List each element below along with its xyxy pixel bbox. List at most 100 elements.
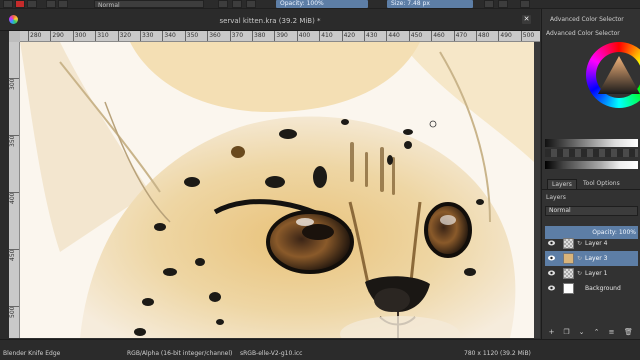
ruler-h-label: 470 bbox=[455, 32, 468, 39]
ruler-h-label: 290 bbox=[52, 32, 64, 39]
layer-chain-icon: ↻ bbox=[577, 240, 583, 247]
status-brush-name[interactable]: Blender Knife Edge bbox=[3, 350, 60, 357]
ruler-v-tick bbox=[9, 306, 19, 307]
ruler-v-label: 300 bbox=[9, 78, 16, 90]
ruler-h-tick bbox=[229, 31, 231, 41]
ruler-h-label: 480 bbox=[478, 32, 490, 39]
ruler-h-label: 440 bbox=[388, 32, 400, 39]
ruler-h-tick bbox=[184, 31, 186, 41]
move-down-icon[interactable]: ⌄ bbox=[577, 328, 586, 337]
settings-icon[interactable] bbox=[520, 0, 530, 8]
vertical-ruler: 300 350 400 450 500 bbox=[9, 42, 20, 338]
ruler-h-tick bbox=[95, 31, 97, 41]
color-selector-header: Advanced Color Selector bbox=[546, 30, 620, 37]
opacity-slider[interactable]: Opacity: 100% bbox=[276, 0, 368, 8]
layer-row-background[interactable]: Background bbox=[545, 281, 638, 296]
ruler-h-tick bbox=[476, 31, 477, 41]
preset-2-icon[interactable] bbox=[58, 0, 68, 8]
right-docker: Advanced Color Selector Advanced Color S… bbox=[541, 9, 640, 339]
tab-layers[interactable]: Layers bbox=[547, 179, 577, 189]
properties-icon[interactable]: ≡ bbox=[607, 328, 616, 337]
ruler-h-label: 310 bbox=[97, 32, 109, 39]
layer-thumbnail bbox=[563, 283, 574, 294]
ruler-h-tick bbox=[364, 31, 365, 41]
close-document-icon[interactable]: ✕ bbox=[522, 15, 531, 24]
ruler-v-label: 450 bbox=[9, 249, 16, 261]
wrap-icon[interactable] bbox=[498, 0, 508, 8]
ruler-v-tick bbox=[9, 249, 19, 250]
visibility-eye-icon[interactable] bbox=[548, 240, 555, 246]
brush-preset-icon[interactable] bbox=[3, 0, 13, 8]
ruler-h-tick bbox=[408, 31, 410, 41]
ruler-h-tick bbox=[162, 31, 164, 41]
shade-strip[interactable] bbox=[545, 161, 638, 169]
layers-panel-title: Layers bbox=[546, 194, 566, 201]
reload-icon[interactable] bbox=[218, 0, 228, 8]
layer-row-layer-4[interactable]: ↻ Layer 4 bbox=[545, 236, 638, 251]
layer-row-layer-3[interactable]: ↻ Layer 3 bbox=[545, 251, 638, 266]
delete-layer-icon[interactable]: 🗑 bbox=[624, 328, 633, 337]
layer-actions-bar: + ❐ ⌄ ⌃ ≡ 🗑 bbox=[542, 327, 640, 339]
color-selector-tab[interactable]: Advanced Color Selector bbox=[550, 16, 624, 23]
opacity-value: Opacity: 100% bbox=[280, 0, 324, 7]
ruler-v-tick bbox=[9, 78, 19, 79]
ruler-h-tick bbox=[319, 31, 321, 41]
mirror-icon[interactable] bbox=[484, 0, 494, 8]
ruler-h-tick bbox=[28, 31, 29, 41]
tab-layers-label: Layers bbox=[552, 181, 572, 188]
ruler-h-label: 390 bbox=[276, 32, 288, 39]
ruler-h-tick bbox=[252, 31, 253, 41]
document-title: serval kitten.kra (39.2 MiB) * bbox=[219, 17, 321, 25]
ruler-h-tick bbox=[341, 31, 343, 41]
tab-tool-options[interactable]: Tool Options bbox=[579, 179, 624, 189]
visibility-eye-icon[interactable] bbox=[548, 255, 555, 261]
status-color-profile: sRGB-elle-V2-g10.icc bbox=[240, 350, 303, 357]
document-title-bar: serval kitten.kra (39.2 MiB) * ✕ bbox=[0, 9, 540, 31]
ruler-h-label: 320 bbox=[119, 32, 132, 39]
docker-tabs: Layers Tool Options bbox=[542, 179, 640, 190]
layer-thumbnail bbox=[563, 253, 574, 264]
canvas-vertical-scrollbar[interactable] bbox=[534, 42, 540, 338]
ruler-h-tick bbox=[274, 31, 276, 41]
ruler-v-label: 350 bbox=[9, 135, 16, 147]
size-value: Size: 7.48 px bbox=[391, 0, 430, 7]
left-toolbox-strip bbox=[0, 9, 9, 339]
layer-chain-icon: ↻ bbox=[577, 270, 583, 277]
blend-mode-select[interactable]: Normal bbox=[94, 0, 204, 9]
preserve-alpha-icon[interactable] bbox=[246, 0, 256, 8]
move-up-icon[interactable]: ⌃ bbox=[592, 328, 601, 337]
ruler-h-label: 330 bbox=[142, 32, 154, 39]
visibility-eye-icon[interactable] bbox=[548, 270, 555, 276]
add-layer-icon[interactable]: + bbox=[547, 328, 556, 337]
ruler-h-label: 370 bbox=[231, 32, 244, 39]
visibility-eye-icon[interactable] bbox=[548, 285, 555, 291]
ruler-h-label: 280 bbox=[30, 32, 42, 39]
ruler-v-tick bbox=[9, 135, 19, 136]
size-slider[interactable]: Size: 7.48 px bbox=[387, 0, 473, 8]
saturation-triangle[interactable] bbox=[596, 54, 640, 98]
duplicate-layer-icon[interactable]: ❐ bbox=[562, 328, 571, 337]
eraser-mode-icon[interactable] bbox=[232, 0, 242, 8]
layer-blend-mode-select[interactable]: Normal bbox=[545, 206, 638, 216]
ruler-h-label: 430 bbox=[366, 32, 378, 39]
layer-name: Layer 1 bbox=[585, 270, 608, 277]
preset-icon[interactable] bbox=[46, 0, 56, 8]
tab-tool-options-label: Tool Options bbox=[583, 180, 620, 187]
status-image-size: 780 x 1120 (39.2 MiB) bbox=[464, 350, 531, 357]
ruler-v-tick bbox=[9, 192, 19, 193]
ruler-h-tick bbox=[296, 31, 298, 41]
ruler-h-label: 380 bbox=[254, 32, 266, 39]
value-strip[interactable] bbox=[545, 139, 638, 147]
painting-canvas[interactable] bbox=[20, 42, 534, 338]
ruler-h-tick bbox=[520, 31, 522, 41]
ruler-corner bbox=[9, 31, 20, 42]
foreground-color-icon[interactable] bbox=[15, 0, 25, 8]
layer-row-layer-1[interactable]: ↻ Layer 1 bbox=[545, 266, 638, 281]
ruler-h-tick bbox=[386, 31, 388, 41]
ruler-h-label: 490 bbox=[500, 32, 512, 39]
color-history-strip[interactable] bbox=[545, 149, 638, 157]
ruler-h-tick bbox=[117, 31, 119, 41]
ruler-h-tick bbox=[50, 31, 52, 41]
layer-thumbnail bbox=[563, 238, 574, 249]
fill-gradient-icon[interactable] bbox=[27, 0, 37, 8]
